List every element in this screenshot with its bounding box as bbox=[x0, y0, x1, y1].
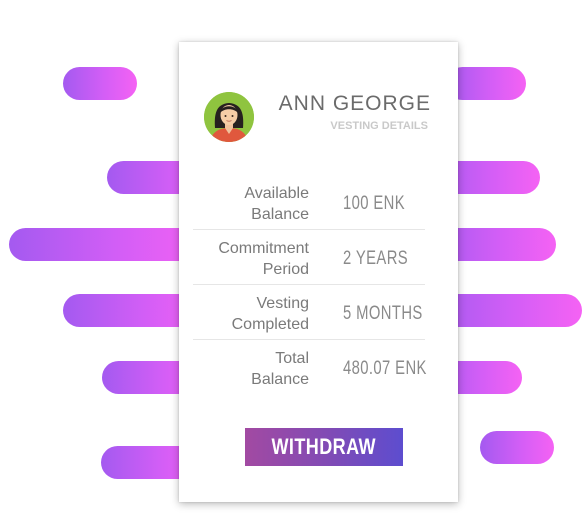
user-name: ANN GEORGE bbox=[278, 92, 431, 115]
detail-label-line: Vesting bbox=[256, 294, 309, 312]
row-divider bbox=[193, 284, 425, 285]
detail-label-line: Balance bbox=[251, 205, 309, 223]
section-subtitle: VESTING DETAILS bbox=[330, 120, 428, 132]
withdraw-button-label: WITHDRAW bbox=[271, 434, 377, 459]
detail-label: Total Balance bbox=[193, 341, 309, 396]
detail-row-commitment-period: Commitment Period 2 YEARS bbox=[193, 231, 425, 286]
detail-value: 5 MONTHS bbox=[343, 303, 423, 324]
detail-label: Available Balance bbox=[193, 176, 309, 231]
detail-value: 2 YEARS bbox=[343, 248, 409, 269]
background-decoration-pill bbox=[480, 431, 554, 464]
detail-value: 480.07 ENK bbox=[343, 358, 427, 379]
detail-label-line: Available bbox=[244, 184, 309, 202]
detail-label-line: Completed bbox=[231, 315, 309, 333]
detail-label: Commitment Period bbox=[193, 231, 309, 286]
withdraw-button[interactable]: WITHDRAW bbox=[245, 428, 403, 466]
detail-label-line: Commitment bbox=[218, 239, 309, 257]
detail-row-available-balance: Available Balance 100 ENK bbox=[193, 176, 425, 231]
detail-label-line: Period bbox=[262, 260, 309, 278]
detail-row-total-balance: Total Balance 480.07 ENK bbox=[193, 341, 427, 396]
detail-label-line: Balance bbox=[251, 370, 309, 388]
detail-label: Vesting Completed bbox=[193, 286, 309, 341]
row-divider bbox=[193, 229, 425, 230]
background-decoration-pill bbox=[446, 67, 526, 100]
female-user-avatar-icon bbox=[204, 92, 254, 142]
vesting-card: ANN GEORGE VESTING DETAILS Available Bal… bbox=[179, 42, 458, 502]
detail-label-line: Total bbox=[275, 349, 309, 367]
background-decoration-pill bbox=[63, 67, 137, 100]
detail-value: 100 ENK bbox=[343, 193, 406, 214]
row-divider bbox=[193, 339, 425, 340]
detail-row-vesting-completed: Vesting Completed 5 MONTHS bbox=[193, 286, 425, 341]
